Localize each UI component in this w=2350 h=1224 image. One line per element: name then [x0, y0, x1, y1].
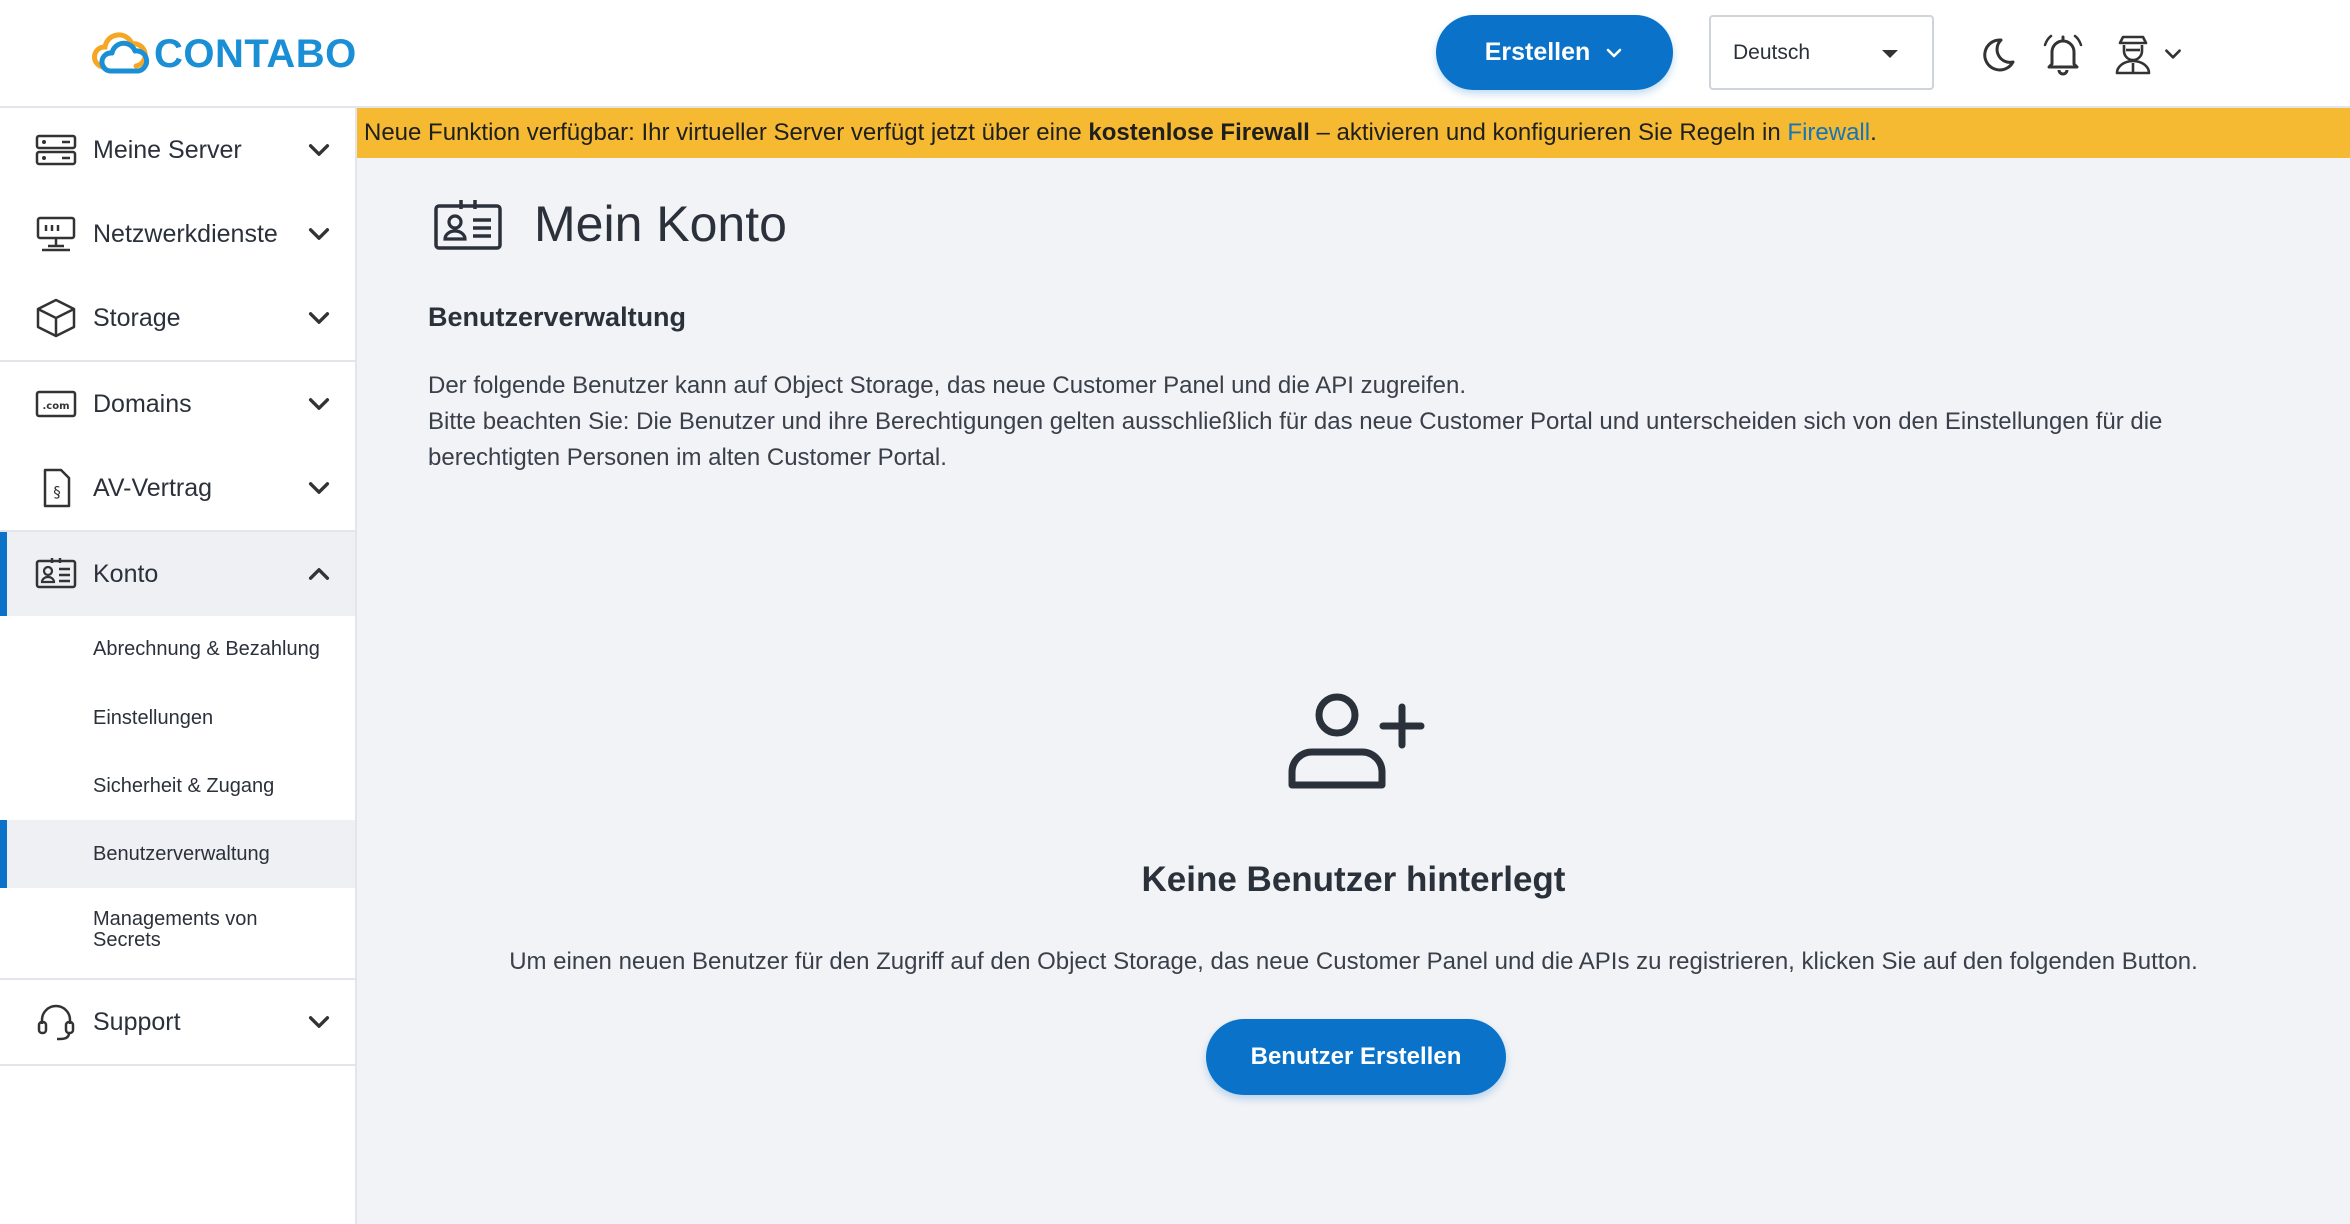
sidebar-subitem-abrechnung[interactable]: Abrechnung & Bezahlung [0, 615, 355, 683]
sidebar-item-label: Support [93, 1007, 181, 1036]
description-line: Bitte beachten Sie: Die Benutzer und ihr… [428, 408, 2163, 471]
description: Der folgende Benutzer kann auf Object St… [428, 368, 2288, 476]
empty-state-title-text: Keine Benutzer hinterlegt [1141, 860, 1566, 899]
user-avatar-icon [2115, 35, 2151, 75]
sidebar-subitem-label: Einstellungen [93, 706, 214, 729]
sidebar-subitem-label: Sicherheit & Zugang [93, 774, 275, 797]
logo-text: CONTABO [154, 31, 357, 76]
sidebar-subitem-einstellungen[interactable]: Einstellungen [0, 684, 355, 752]
create-button[interactable]: Erstellen [1436, 15, 1673, 90]
domain-icon: .com [34, 382, 78, 426]
contract-icon: § [34, 466, 78, 510]
moon-icon [1983, 38, 2015, 72]
svg-text:.com: .com [42, 401, 69, 412]
dark-mode-toggle[interactable] [1972, 28, 2020, 80]
sidebar-item-av-vertrag[interactable]: § AV-Vertrag [0, 446, 355, 530]
banner-bold: kostenlose Firewall [1088, 119, 1310, 146]
banner-text: . [1870, 119, 1877, 146]
user-menu-button[interactable] [2109, 28, 2157, 80]
sidebar-item-label: Meine Server [93, 135, 242, 164]
bell-icon [2043, 34, 2083, 76]
chevron-down-icon [308, 144, 330, 156]
cloud-logo-icon [92, 32, 150, 74]
contabo-logo[interactable]: CONTABO [90, 24, 357, 84]
banner-text: Neue Funktion verfügbar: Ihr virtueller … [364, 119, 1089, 146]
top-header: CONTABO Erstellen Deutsch [0, 0, 2350, 108]
box-icon [34, 296, 78, 340]
chevron-up-icon [308, 568, 330, 580]
server-icon [34, 128, 78, 172]
banner-text: – aktivieren und konfigurieren Sie Regel… [1309, 119, 1788, 146]
chevron-down-icon [308, 312, 330, 324]
sidebar-item-label: Konto [93, 559, 159, 588]
sidebar-item-netzwerkdienste[interactable]: Netzwerkdienste [0, 192, 355, 276]
headset-icon [34, 1000, 78, 1044]
chevron-down-icon [308, 398, 330, 410]
sidebar-item-label: Storage [93, 303, 181, 332]
chevron-down-icon [308, 1016, 330, 1028]
sidebar-subitem-sicherheit[interactable]: Sicherheit & Zugang [0, 752, 355, 820]
sidebar-subitem-label: Abrechnung & Bezahlung [93, 637, 320, 660]
feature-banner: Neue Funktion verfügbar: Ihr virtueller … [357, 108, 2350, 158]
create-user-button[interactable]: Benutzer Erstellen [1206, 1019, 1506, 1095]
sidebar-item-domains[interactable]: .com Domains [0, 362, 355, 446]
sidebar: Meine Server Netzwerkdienste Storage .co… [0, 108, 357, 1224]
id-card-icon [34, 552, 78, 596]
chevron-down-icon [308, 482, 330, 494]
chevron-down-icon [2165, 49, 2181, 59]
sidebar-subitem-secrets[interactable]: Managements von Secrets [0, 888, 355, 972]
sidebar-item-support[interactable]: Support [0, 980, 355, 1064]
svg-text:§: § [53, 483, 61, 501]
network-icon [34, 212, 78, 256]
language-select[interactable]: Deutsch [1709, 15, 1934, 90]
add-user-icon [1285, 690, 1425, 790]
sidebar-item-konto[interactable]: Konto [0, 532, 355, 616]
sidebar-subitem-label: Managements von Secrets [93, 908, 258, 951]
create-button-label: Erstellen [1484, 38, 1591, 66]
sidebar-item-label: Netzwerkdienste [93, 219, 278, 248]
user-menu-chevron[interactable] [2158, 28, 2188, 80]
section-title: Benutzerverwaltung [428, 302, 687, 332]
empty-state-title: Keine Benutzer hinterlegt [0, 860, 2350, 900]
empty-state-text-content: Um einen neuen Benutzer für den Zugriff … [509, 948, 2198, 975]
sidebar-item-meine-server[interactable]: Meine Server [0, 108, 355, 192]
sidebar-item-storage[interactable]: Storage [0, 276, 355, 360]
chevron-down-icon [308, 228, 330, 240]
sidebar-item-label: AV-Vertrag [93, 473, 213, 502]
language-select-value: Deutsch [1733, 40, 1811, 64]
caret-down-icon [1882, 50, 1898, 58]
sidebar-divider [0, 1064, 355, 1066]
account-icon [433, 196, 503, 252]
chevron-down-icon [1606, 48, 1622, 57]
empty-state-text: Um einen neuen Benutzer für den Zugriff … [357, 948, 2350, 976]
notifications-button[interactable] [2039, 28, 2087, 80]
page-title: Mein Konto [534, 196, 787, 252]
firewall-link[interactable]: Firewall [1787, 119, 1870, 147]
sidebar-item-label: Domains [93, 389, 192, 418]
description-line: Der folgende Benutzer kann auf Object St… [428, 372, 1466, 399]
